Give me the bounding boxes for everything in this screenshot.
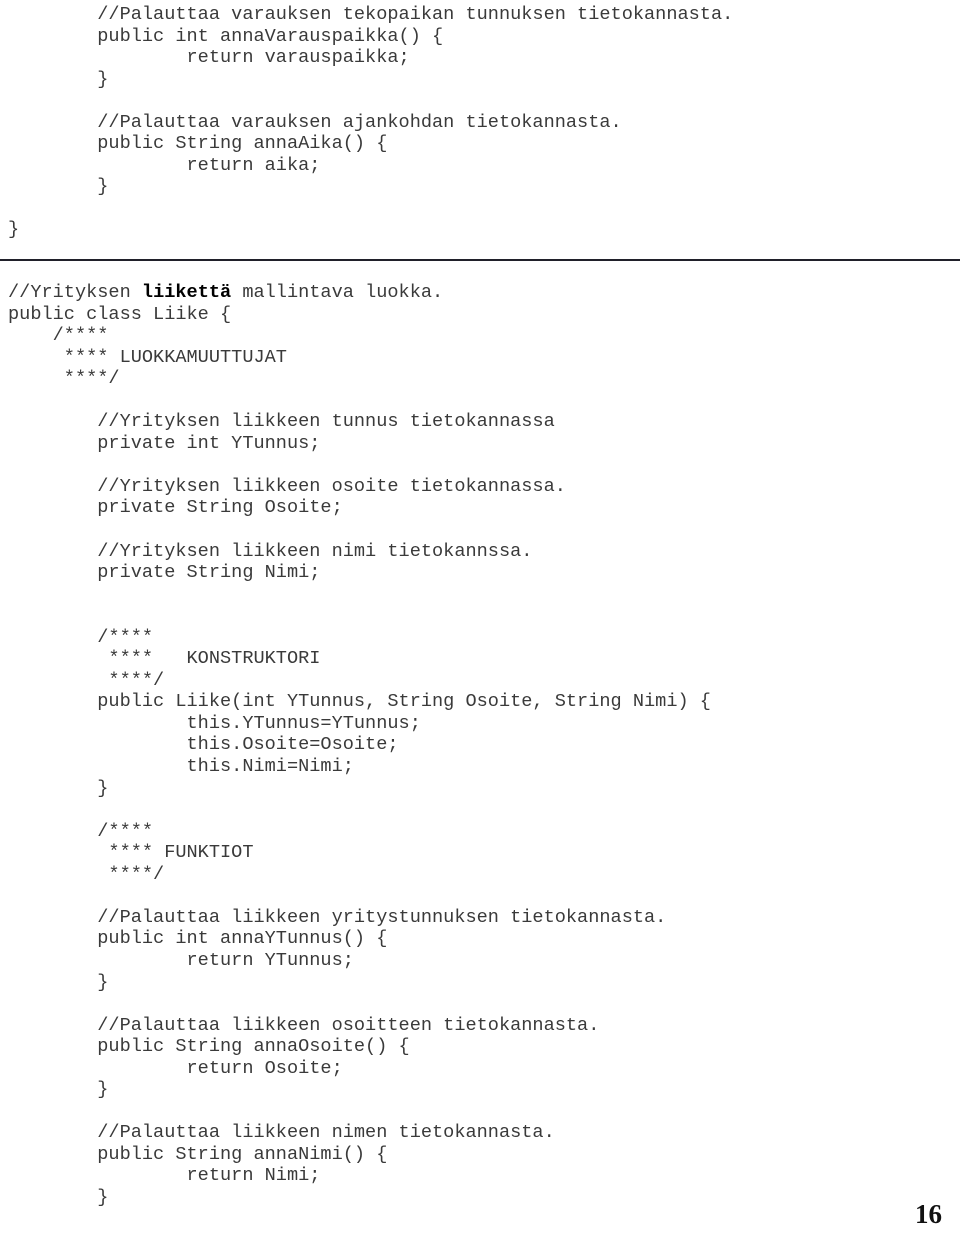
code-bottom-line: /**** bbox=[8, 325, 109, 347]
code-bottom-line: public String annaOsoite() { bbox=[8, 1036, 410, 1058]
code-listing-bottom: //Yrityksen liikettä mallintava luokka. p… bbox=[0, 282, 960, 1209]
code-bottom-line: private String Nimi; bbox=[8, 562, 321, 584]
code-top-line bbox=[0, 198, 960, 220]
code-bottom-line: return YTunnus; bbox=[8, 949, 354, 971]
code-bottom-line: //Yrityksen liikettä mallintava luokka. bbox=[0, 282, 960, 304]
code-bottom-line: return Osoite; bbox=[8, 1057, 343, 1079]
code-top-line: public int annaVarauspaikka() { bbox=[8, 25, 444, 47]
code-bottom-line: public Liike(int YTunnus, String Osoite,… bbox=[8, 691, 711, 713]
code-text: //Yrityksen bbox=[8, 282, 142, 303]
code-bottom-line bbox=[0, 799, 960, 821]
code-bottom-line: public class Liike { bbox=[8, 303, 232, 325]
code-bottom-line: **** KONSTRUKTORI bbox=[8, 648, 321, 670]
code-bottom-line bbox=[0, 885, 960, 907]
code-bottom-line: /**** bbox=[8, 820, 154, 842]
code-bottom-line: private int YTunnus; bbox=[8, 432, 321, 454]
page-number: 16 bbox=[915, 1199, 942, 1229]
code-bottom-line: } bbox=[8, 777, 109, 799]
emphasized-word: liikettä bbox=[141, 282, 232, 303]
code-bottom-line: //Yrityksen liikkeen osoite tietokannass… bbox=[8, 475, 566, 497]
horizontal-rule bbox=[0, 259, 960, 261]
code-bottom-line bbox=[0, 993, 960, 1015]
code-text: mallintava luokka. bbox=[231, 282, 444, 303]
code-bottom-line bbox=[0, 519, 960, 541]
code-top-line bbox=[0, 90, 960, 112]
code-bottom-line: //Palauttaa liikkeen yritystunnuksen tie… bbox=[8, 906, 667, 928]
code-bottom-line bbox=[0, 605, 960, 627]
code-top-line: //Palauttaa varauksen tekopaikan tunnuks… bbox=[8, 4, 734, 25]
code-bottom-line bbox=[0, 390, 960, 412]
code-bottom-line: ****/ bbox=[8, 863, 165, 885]
code-bottom-line: **** FUNKTIOT bbox=[8, 842, 254, 864]
code-bottom-line: } bbox=[8, 1079, 109, 1101]
code-bottom-line bbox=[0, 454, 960, 476]
code-bottom-line: } bbox=[8, 1186, 109, 1208]
code-bottom-line: this.Nimi=Nimi; bbox=[8, 756, 354, 778]
code-top-line: } bbox=[8, 68, 109, 90]
code-bottom-line bbox=[0, 1101, 960, 1123]
code-bottom-line: **** LUOKKAMUUTTUJAT bbox=[8, 346, 287, 368]
code-top-line: } bbox=[8, 176, 109, 198]
code-bottom-line: } bbox=[8, 971, 109, 993]
code-bottom-line: this.Osoite=Osoite; bbox=[8, 734, 399, 756]
code-bottom-line: private String Osoite; bbox=[8, 497, 343, 519]
code-bottom-line: //Palauttaa liikkeen osoitteen tietokann… bbox=[8, 1014, 600, 1036]
document-page: //Palauttaa varauksen tekopaikan tunnuks… bbox=[0, 0, 960, 1238]
code-listing-top: //Palauttaa varauksen tekopaikan tunnuks… bbox=[0, 4, 960, 241]
code-top-line: //Palauttaa varauksen ajankohdan tietoka… bbox=[8, 111, 622, 133]
code-bottom-line: ****/ bbox=[8, 669, 165, 691]
code-bottom-line: ****/ bbox=[8, 368, 120, 390]
code-top-line: return varauspaikka; bbox=[8, 47, 410, 69]
section-divider bbox=[0, 259, 960, 261]
code-bottom-line: //Yrityksen liikkeen tunnus tietokannass… bbox=[8, 411, 555, 433]
code-bottom-line: //Yrityksen liikkeen nimi tietokannssa. bbox=[8, 540, 533, 562]
code-bottom-line: /**** bbox=[8, 626, 154, 648]
code-top-line: public String annaAika() { bbox=[8, 133, 388, 155]
code-bottom-line: this.YTunnus=YTunnus; bbox=[8, 712, 421, 734]
code-top-line: } bbox=[8, 219, 20, 241]
code-bottom-line: public String annaNimi() { bbox=[8, 1143, 388, 1165]
code-bottom-line bbox=[0, 584, 960, 606]
code-bottom-line: //Palauttaa liikkeen nimen tietokannasta… bbox=[8, 1122, 555, 1144]
code-bottom-line: return Nimi; bbox=[8, 1165, 321, 1187]
code-top-line: return aika; bbox=[8, 154, 321, 176]
code-bottom-line: public int annaYTunnus() { bbox=[8, 928, 388, 950]
